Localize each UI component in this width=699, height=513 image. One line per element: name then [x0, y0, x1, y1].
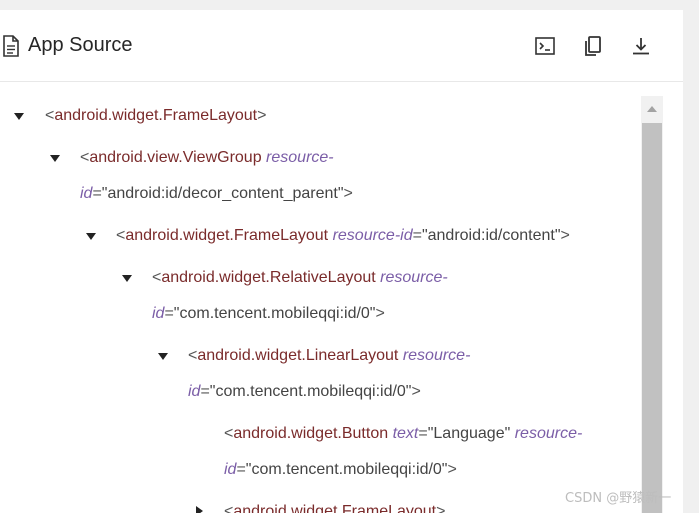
- expand-toggle-icon[interactable]: [86, 233, 96, 240]
- tree-node-continuation[interactable]: id="com.tencent.mobileqqi:id/0">: [152, 294, 385, 333]
- tree-node[interactable]: <android.widget.Button text="Language" r…: [224, 414, 582, 453]
- scrollbar-thumb[interactable]: [642, 123, 662, 513]
- download-icon: [633, 38, 649, 55]
- panel-header: App Source: [0, 10, 683, 82]
- vertical-scrollbar[interactable]: [641, 96, 663, 513]
- expand-toggle-icon[interactable]: [50, 155, 60, 162]
- node-attr: resource-id: [332, 227, 413, 244]
- node-tag: android.widget.Button: [233, 425, 389, 442]
- panel-title: App Source: [28, 34, 133, 56]
- node-tag: android.widget.FrameLayout: [125, 227, 329, 244]
- terminal-button[interactable]: [533, 34, 557, 58]
- node-tag: android.view.ViewGroup: [89, 149, 262, 166]
- node-value: "com.tencent.mobileqqi:id/0": [173, 305, 376, 322]
- expand-toggle-icon[interactable]: [122, 275, 132, 282]
- watermark: CSDN @野猿新一: [565, 491, 672, 506]
- download-button[interactable]: [629, 34, 653, 58]
- node-tag: android.widget.LinearLayout: [197, 347, 399, 364]
- tree-node[interactable]: <android.widget.FrameLayout resource-id=…: [116, 216, 570, 255]
- collapse-toggle-icon[interactable]: [196, 506, 203, 513]
- tree-node-continuation[interactable]: id="android:id/decor_content_parent">: [80, 174, 353, 213]
- copy-button[interactable]: [581, 34, 605, 58]
- terminal-icon: [535, 37, 555, 55]
- tree-node[interactable]: <android.view.ViewGroup resource-: [80, 138, 334, 177]
- expand-toggle-icon[interactable]: [14, 113, 24, 120]
- node-value: "android:id/content": [421, 227, 561, 244]
- app-source-panel: App Source <android.widget.FrameLayout> …: [0, 10, 683, 513]
- node-attr: text: [392, 425, 419, 442]
- tree-node[interactable]: <android.widget.RelativeLayout resource-: [152, 258, 448, 297]
- tree-node[interactable]: <android.widget.FrameLayout>: [224, 492, 445, 513]
- tree-node-continuation[interactable]: id="com.tencent.mobileqqi:id/0">: [188, 372, 421, 411]
- copy-icon: [585, 36, 601, 56]
- node-attr: resource-: [402, 347, 471, 364]
- tree-node-continuation[interactable]: id="com.tencent.mobileqqi:id/0">: [224, 450, 457, 489]
- expand-toggle-icon[interactable]: [158, 353, 168, 360]
- node-attr: resource-: [266, 149, 334, 166]
- node-tag: android.widget.FrameLayout: [54, 107, 258, 124]
- scroll-up-arrow-icon[interactable]: [641, 96, 663, 123]
- node-attr: resource-: [380, 269, 448, 286]
- source-tree: <android.widget.FrameLayout> <android.vi…: [0, 96, 640, 513]
- tree-node[interactable]: <android.widget.FrameLayout>: [45, 96, 266, 135]
- node-tag: android.widget.RelativeLayout: [161, 269, 376, 286]
- node-value: "com.tencent.mobileqqi:id/0": [209, 383, 412, 400]
- node-value: "com.tencent.mobileqqi:id/0": [245, 461, 448, 478]
- document-icon: [3, 35, 19, 57]
- node-value: "android:id/decor_content_parent": [101, 185, 344, 202]
- node-value: "Language": [427, 425, 511, 442]
- tree-node[interactable]: <android.widget.LinearLayout resource-: [188, 336, 470, 375]
- node-tag: android.widget.FrameLayout: [233, 503, 437, 513]
